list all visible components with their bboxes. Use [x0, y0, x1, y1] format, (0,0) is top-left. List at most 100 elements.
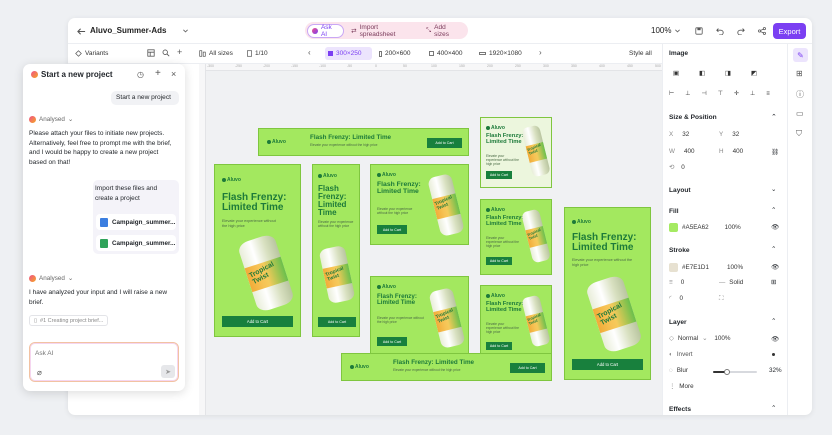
ad-cta-button[interactable]: Add to Cart: [222, 316, 293, 327]
fill-swatch[interactable]: [669, 223, 678, 232]
new-chat-icon[interactable]: +: [155, 68, 161, 79]
ad-variant-medium-rectangle[interactable]: Aluvo Flash Frenzy: Limited Time Elevate…: [370, 164, 469, 245]
all-sizes-label[interactable]: All sizes: [209, 50, 233, 57]
size-tab-400x400[interactable]: 400×400: [429, 47, 473, 60]
variants-label[interactable]: Variants: [85, 50, 108, 57]
blend-mode-value[interactable]: Normal: [678, 335, 698, 342]
stroke-hex-value[interactable]: #E7E1D1: [682, 264, 709, 271]
y-value[interactable]: 32: [732, 131, 739, 138]
zoom-chevron-icon[interactable]: [674, 27, 681, 34]
blur-value[interactable]: 32%: [769, 367, 782, 374]
ad-cta-button[interactable]: Add to Cart: [377, 337, 407, 346]
align-distribute-icon[interactable]: ◩: [751, 70, 757, 77]
ad-variant-square-middle[interactable]: Aluvo Flash Frenzy: Limited Time Elevate…: [480, 199, 552, 275]
redo-icon[interactable]: [736, 26, 745, 35]
save-icon[interactable]: [694, 26, 703, 35]
ad-cta-button[interactable]: Add to Cart: [486, 171, 512, 179]
stroke-width-row[interactable]: ≡ 0: [669, 279, 684, 286]
stroke-grid-icon[interactable]: ⊞: [771, 279, 776, 286]
analysed-status-1[interactable]: Analysed ⌄: [29, 116, 73, 123]
size-tab-200x600[interactable]: 200×600: [379, 47, 423, 60]
analysed-status-2[interactable]: Analysed ⌄: [29, 275, 73, 282]
fill-collapse-icon[interactable]: ⌃: [771, 207, 776, 214]
stroke-opacity-value[interactable]: 100%: [727, 264, 743, 271]
zoom-level[interactable]: 100%: [651, 26, 671, 35]
stroke-visibility-eye-icon[interactable]: 👁: [771, 263, 779, 271]
search-icon[interactable]: [162, 49, 170, 57]
fill-row[interactable]: #A5EA62 100%: [669, 223, 741, 232]
h-value[interactable]: 400: [733, 148, 744, 155]
stroke-collapse-icon[interactable]: ⌃: [771, 246, 776, 253]
grid-apps-icon[interactable]: ⊞: [796, 69, 803, 78]
back-arrow-icon[interactable]: [76, 26, 86, 36]
style-all-button[interactable]: Style all: [629, 50, 652, 57]
close-icon[interactable]: ×: [171, 69, 176, 79]
fill-hex-value[interactable]: #A5EA62: [682, 224, 709, 231]
comment-icon[interactable]: ▭: [796, 109, 804, 118]
rotation-field[interactable]: ⟲ 0: [669, 164, 685, 171]
align-v-top-icon[interactable]: ⊤: [718, 90, 723, 97]
align-h-right-icon[interactable]: ⊣: [701, 90, 706, 97]
align-left-icon[interactable]: ▣: [673, 70, 679, 77]
align-right-icon[interactable]: ◨: [725, 70, 731, 77]
ad-cta-button[interactable]: Add to Cart: [486, 257, 512, 265]
effects-collapse-icon[interactable]: ⌃: [771, 405, 776, 412]
ad-cta-button[interactable]: Add to Cart: [318, 317, 356, 327]
align-h-left-icon[interactable]: ⊢: [669, 90, 674, 97]
file-attachment-1[interactable]: Campaign_summer...: [96, 214, 176, 230]
collapse-icon[interactable]: ⌃: [771, 113, 777, 121]
corner-radius-row[interactable]: ◜ 0: [669, 295, 683, 302]
align-center-icon[interactable]: ◧: [699, 70, 705, 77]
size-tab-1920x1080[interactable]: 1920×1080: [479, 47, 531, 60]
stroke-swatch[interactable]: [669, 263, 678, 272]
ad-variant-large-right[interactable]: Aluvo Flash Frenzy: Limited Time Elevate…: [564, 207, 651, 380]
y-field[interactable]: Y 32: [719, 131, 739, 138]
stroke-style-row[interactable]: — Solid: [719, 279, 743, 286]
ad-variant-square-bottom[interactable]: Aluvo Flash Frenzy: Limited Time Elevate…: [480, 285, 552, 358]
ad-cta-button[interactable]: Add to Cart: [510, 363, 545, 373]
ad-variant-leaderboard-bottom[interactable]: Aluvo Flash Frenzy: Limited Time Elevate…: [341, 353, 552, 381]
ad-cta-button[interactable]: Add to Cart: [377, 225, 407, 234]
import-spreadsheet-pill[interactable]: ⇄ Import spreadsheet: [347, 24, 419, 38]
fill-opacity-value[interactable]: 100%: [725, 224, 741, 231]
more-row[interactable]: ⋮ More: [669, 383, 694, 390]
layer-visibility-eye-icon[interactable]: 👁: [771, 335, 779, 343]
rotation-value[interactable]: 0: [681, 164, 685, 171]
file-attachment-2[interactable]: Campaign_summer...: [96, 235, 176, 251]
x-value[interactable]: 32: [682, 131, 689, 138]
layer-collapse-icon[interactable]: ⌃: [771, 318, 776, 325]
ad-cta-button[interactable]: Add to Cart: [427, 138, 462, 148]
stroke-style-value[interactable]: Solid: [729, 279, 743, 286]
corner-expand-icon[interactable]: ⛶: [719, 295, 723, 303]
add-variant-icon[interactable]: +: [177, 47, 182, 57]
ad-cta-button[interactable]: Add to Cart: [486, 342, 512, 350]
h-field[interactable]: H 400: [719, 148, 743, 155]
fill-visibility-eye-icon[interactable]: 👁: [771, 223, 779, 231]
add-sizes-pill[interactable]: ⤡ Add sizes: [422, 24, 466, 38]
w-value[interactable]: 400: [684, 148, 695, 155]
design-canvas[interactable]: -300 -250 -200 -150 -100 -50 0 50 100 150 200 250 30…: [199, 64, 662, 415]
attach-paperclip-icon[interactable]: ⌀: [37, 368, 42, 377]
share-icon[interactable]: [757, 26, 766, 35]
corner-radius-value[interactable]: 0: [679, 295, 683, 302]
w-field[interactable]: W 400: [669, 148, 694, 155]
chevron-down-icon[interactable]: [181, 26, 189, 34]
chat-input[interactable]: [35, 347, 165, 359]
edit-pen-icon[interactable]: ✎: [793, 48, 808, 62]
stroke-row[interactable]: #E7E1D1 100%: [669, 263, 743, 272]
send-button[interactable]: ➤: [161, 365, 175, 378]
blur-row[interactable]: ◌ Blur: [669, 367, 688, 374]
ad-variant-skyscraper[interactable]: Aluvo Flash Frenzy: Limited Time Elevate…: [312, 164, 360, 337]
layout-chevron-icon[interactable]: ⌄: [771, 186, 776, 193]
blur-slider[interactable]: [713, 369, 757, 375]
blur-slider-knob[interactable]: [724, 369, 731, 375]
history-icon[interactable]: ◷: [137, 70, 144, 79]
align-v-center-icon[interactable]: ✛: [734, 90, 739, 97]
stroke-width-value[interactable]: 0: [681, 279, 685, 286]
align-v-bottom-icon[interactable]: ⊥: [750, 90, 755, 97]
export-button[interactable]: Export: [773, 23, 806, 39]
x-field[interactable]: X 32: [669, 131, 689, 138]
next-size-chevron-icon[interactable]: ›: [539, 48, 542, 57]
ad-variant-square-top[interactable]: Aluvo Flash Frenzy: Limited Time Elevate…: [480, 117, 552, 188]
ask-ai-pill[interactable]: Ask AI: [307, 23, 345, 38]
